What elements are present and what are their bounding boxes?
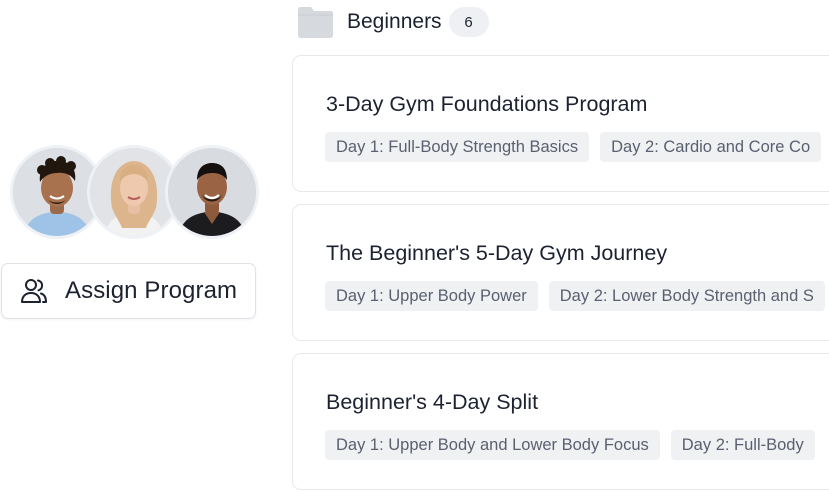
program-days: Day 1: Upper Body Power Day 2: Lower Bod… <box>325 281 825 311</box>
avatar[interactable] <box>165 145 259 239</box>
assigned-clients-avatars <box>10 145 270 239</box>
program-card[interactable]: 3-Day Gym Foundations Program Day 1: Ful… <box>292 55 829 192</box>
program-title: Beginner's 4-Day Split <box>326 390 539 414</box>
program-card[interactable]: The Beginner's 5-Day Gym Journey Day 1: … <box>292 204 829 341</box>
day-tag: Day 1: Upper Body and Lower Body Focus <box>325 430 660 460</box>
day-tag: Day 2: Full-Body <box>670 430 815 460</box>
folder-header: Beginners 6 <box>296 4 489 40</box>
program-library-view: Assign Program Beginners 6 3-Day Gym Fou… <box>0 0 829 492</box>
assign-program-label: Assign Program <box>65 277 238 304</box>
program-days: Day 1: Full-Body Strength Basics Day 2: … <box>325 132 822 162</box>
day-tag: Day 2: Cardio and Core Co <box>600 132 822 162</box>
assign-program-button[interactable]: Assign Program <box>1 263 256 319</box>
program-days: Day 1: Upper Body and Lower Body Focus D… <box>325 430 815 460</box>
folder-icon <box>296 5 334 39</box>
day-tag: Day 2: Lower Body Strength and S <box>548 281 825 311</box>
users-icon <box>19 276 49 306</box>
program-card[interactable]: Beginner's 4-Day Split Day 1: Upper Body… <box>292 353 829 490</box>
program-title: The Beginner's 5-Day Gym Journey <box>326 241 668 265</box>
day-tag: Day 1: Full-Body Strength Basics <box>325 132 590 162</box>
day-tag: Day 1: Upper Body Power <box>325 281 538 311</box>
folder-title: Beginners <box>347 10 442 33</box>
program-title: 3-Day Gym Foundations Program <box>326 92 648 116</box>
program-count-badge: 6 <box>448 7 489 37</box>
